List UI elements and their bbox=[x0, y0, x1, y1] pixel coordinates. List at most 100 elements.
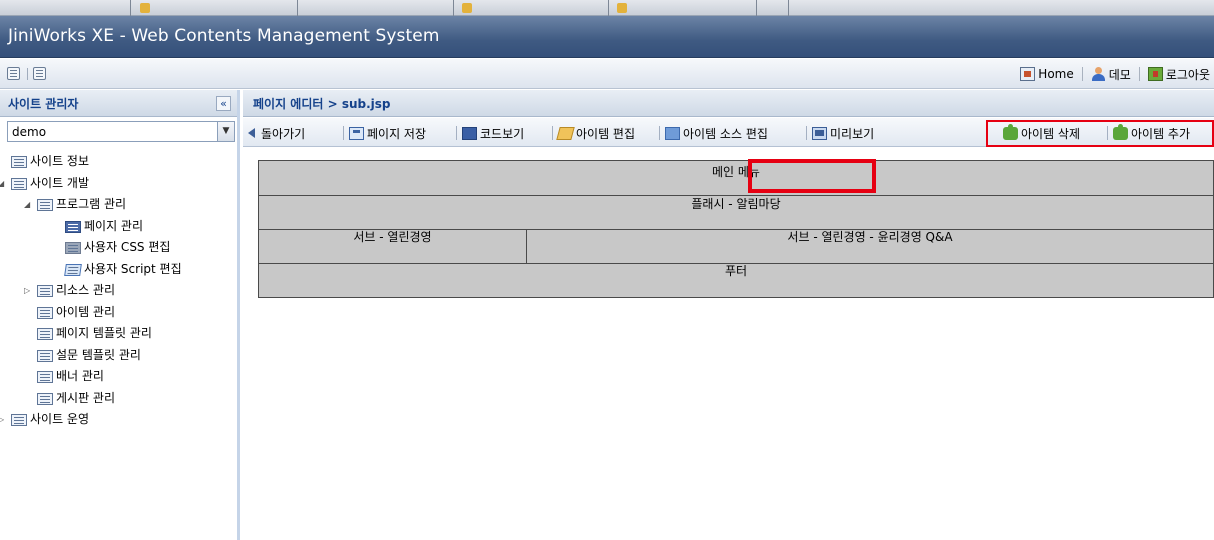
pencil-icon bbox=[556, 126, 575, 140]
expanded-arrow-icon[interactable]: ◢ bbox=[0, 173, 8, 194]
tree-item[interactable]: ▷ 사이트 운영 bbox=[0, 409, 237, 430]
preview-button[interactable]: 미리보기 bbox=[812, 124, 874, 142]
tree-item[interactable]: 페이지 템플릿 관리 bbox=[0, 323, 237, 344]
code-view-button[interactable]: 코드보기 bbox=[462, 124, 524, 142]
browser-tab-strip bbox=[0, 0, 1214, 16]
tab-favicon-icon[interactable] bbox=[462, 3, 472, 13]
script-icon bbox=[64, 263, 82, 276]
tree-item-label: 아이템 관리 bbox=[56, 304, 116, 319]
tree-item[interactable]: ◢ 프로그램 관리 bbox=[0, 194, 237, 215]
home-label: Home bbox=[1038, 67, 1074, 81]
toolbar-separator bbox=[456, 126, 457, 140]
logout-icon bbox=[1147, 67, 1163, 81]
item-edit-button[interactable]: 아이템 편집 bbox=[556, 124, 635, 142]
tree-item-label: 사이트 개발 bbox=[30, 175, 90, 190]
tab-separator bbox=[130, 0, 131, 16]
list-icon bbox=[11, 177, 27, 190]
list-layout-icon[interactable] bbox=[33, 67, 46, 80]
tree-item[interactable]: 배너 관리 bbox=[0, 366, 237, 387]
layout-block-footer[interactable]: 푸터 bbox=[258, 263, 1214, 298]
home-link[interactable]: Home bbox=[1016, 65, 1077, 83]
page-editor-title: 페이지 에디터 > sub.jsp bbox=[253, 97, 391, 111]
layout-block-main-menu[interactable]: 메인 메뉴 bbox=[258, 160, 1214, 196]
list-icon bbox=[37, 371, 53, 383]
tree-item-label: 게시판 관리 bbox=[56, 390, 116, 405]
layout-row-sub: 서브 - 열린경영 서브 - 열린경영 - 윤리경영 Q&A bbox=[258, 229, 1214, 264]
item-actions-highlight-box bbox=[986, 120, 1214, 147]
source-edit-icon bbox=[665, 126, 680, 140]
layout-block-sub-left[interactable]: 서브 - 열린경영 bbox=[259, 230, 527, 263]
tab-separator bbox=[297, 0, 298, 16]
list-icon bbox=[11, 156, 27, 168]
tab-favicon-icon[interactable] bbox=[140, 3, 150, 13]
tab-separator bbox=[788, 0, 789, 16]
logout-label: 로그아웃 bbox=[1165, 67, 1210, 82]
item-source-edit-button[interactable]: 아이템 소스 편집 bbox=[665, 124, 768, 142]
collapsed-arrow-icon[interactable]: ▷ bbox=[0, 409, 8, 430]
app-title: JiniWorks XE - Web Contents Management S… bbox=[8, 26, 440, 46]
tree-item[interactable]: 게시판 관리 bbox=[0, 388, 237, 409]
top-menu-bar: Home 데모 로그아웃 bbox=[0, 59, 1214, 89]
tree-item-label: 설문 템플릿 관리 bbox=[56, 347, 141, 362]
page-editor-header: 페이지 에디터 > sub.jsp bbox=[243, 90, 1214, 117]
site-select-value: demo bbox=[12, 125, 47, 139]
expanded-arrow-icon[interactable]: ◢ bbox=[24, 194, 34, 215]
toolbar-separator bbox=[552, 126, 553, 140]
css-icon bbox=[65, 242, 81, 254]
main-menu-highlight-box bbox=[748, 159, 876, 193]
tree-item[interactable]: ▷ 리소스 관리 bbox=[0, 280, 237, 301]
chevron-down-icon[interactable]: ▼ bbox=[217, 122, 234, 141]
footer-label: 푸터 bbox=[724, 264, 748, 278]
toolbar-separator bbox=[659, 126, 660, 140]
page-editor-panel: 페이지 에디터 > sub.jsp 돌아가기 페이지 저장 코드보기 아이템 편… bbox=[243, 90, 1214, 540]
tab-favicon-icon[interactable] bbox=[617, 3, 627, 13]
collapsed-arrow-icon[interactable]: ▷ bbox=[24, 280, 34, 301]
tree-item-label: 페이지 템플릿 관리 bbox=[56, 326, 152, 340]
tree-item[interactable]: 아이템 관리 bbox=[0, 302, 237, 323]
top-nav: Home 데모 로그아웃 bbox=[1016, 65, 1214, 83]
list-icon bbox=[11, 414, 27, 426]
user-label: 데모 bbox=[1108, 67, 1131, 82]
tree-item[interactable]: 사이트 정보 bbox=[0, 151, 237, 172]
save-label: 페이지 저장 bbox=[367, 126, 427, 141]
user-icon bbox=[1091, 67, 1106, 81]
preview-window-icon bbox=[812, 126, 827, 140]
site-manager-header: 사이트 관리자 « bbox=[0, 90, 237, 117]
code-view-label: 코드보기 bbox=[480, 126, 525, 141]
back-arrow-icon bbox=[248, 128, 255, 138]
layout-block-flash[interactable]: 플래시 - 알림마당 bbox=[258, 195, 1214, 230]
save-page-button[interactable]: 페이지 저장 bbox=[349, 124, 426, 142]
nav-separator bbox=[1081, 67, 1083, 81]
tree-item[interactable]: 사용자 Script 편집 bbox=[0, 259, 237, 280]
toolbar-separator bbox=[806, 126, 807, 140]
back-button[interactable]: 돌아가기 bbox=[248, 124, 305, 142]
tree-item[interactable]: 사용자 CSS 편집 bbox=[0, 237, 237, 258]
list-icon bbox=[37, 349, 53, 362]
tree-item-label: 페이지 관리 bbox=[84, 218, 144, 233]
tree-item[interactable]: ◢ 사이트 개발 bbox=[0, 173, 237, 194]
tree-layout-icon[interactable] bbox=[7, 67, 20, 80]
tree-item[interactable]: 페이지 관리 bbox=[0, 216, 237, 237]
user-link[interactable]: 데모 bbox=[1087, 65, 1135, 83]
tree-item-label: 배너 관리 bbox=[56, 369, 104, 383]
home-icon bbox=[1020, 67, 1036, 81]
tree-item-label: 사이트 운영 bbox=[30, 412, 90, 426]
tab-separator bbox=[608, 0, 609, 16]
list-icon bbox=[37, 328, 53, 340]
sub-left-label: 서브 - 열린경영 bbox=[353, 230, 432, 244]
site-manager-panel: 사이트 관리자 « demo ▼ 사이트 정보 ◢ 사이트 개발 ◢ 프로그램 관리 페이… bbox=[0, 90, 240, 540]
site-select[interactable]: demo ▼ bbox=[7, 121, 235, 142]
tab-separator bbox=[756, 0, 757, 16]
sub-right-label: 서브 - 열린경영 - 윤리경영 Q&A bbox=[787, 230, 953, 244]
layout-block-sub-right[interactable]: 서브 - 열린경영 - 윤리경영 Q&A bbox=[527, 230, 1213, 263]
html-code-icon bbox=[462, 126, 477, 140]
item-source-edit-label: 아이템 소스 편집 bbox=[683, 126, 768, 141]
list-icon bbox=[37, 285, 53, 297]
tree-item-label: 리소스 관리 bbox=[56, 283, 116, 297]
tree-item-label: 사용자 CSS 편집 bbox=[84, 240, 171, 254]
logout-link[interactable]: 로그아웃 bbox=[1144, 65, 1214, 83]
back-label: 돌아가기 bbox=[261, 126, 306, 141]
tree-item[interactable]: 설문 템플릿 관리 bbox=[0, 345, 237, 366]
site-manager-title: 사이트 관리자 bbox=[8, 97, 79, 111]
collapse-panel-button[interactable]: « bbox=[216, 96, 231, 111]
